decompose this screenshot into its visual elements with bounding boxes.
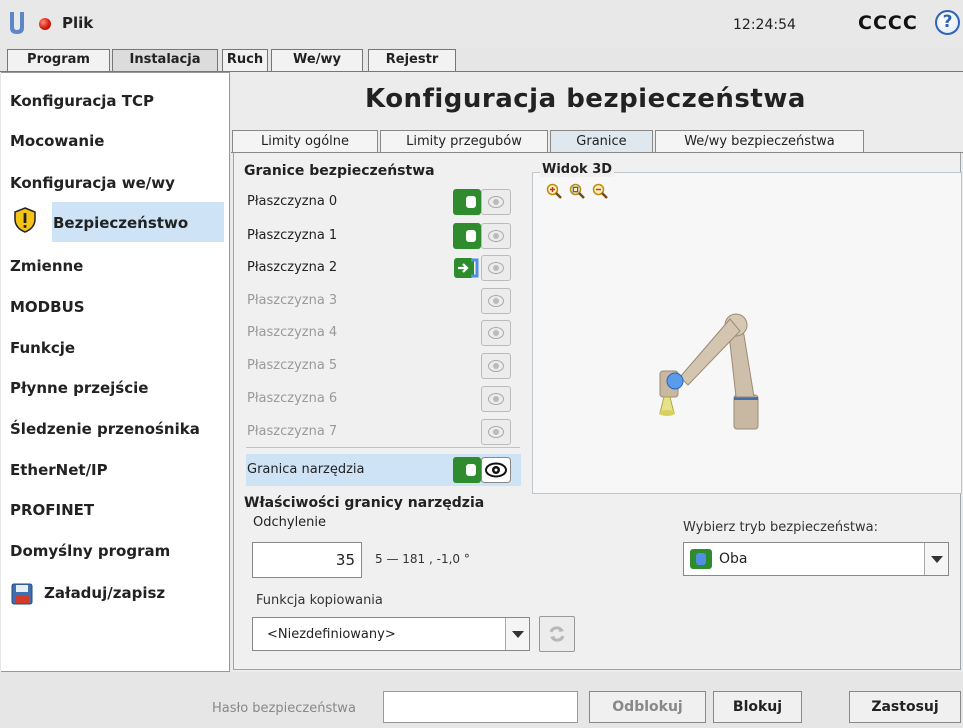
eye-icon <box>488 393 504 405</box>
eye-icon <box>488 327 504 339</box>
eye-button[interactable] <box>481 288 511 314</box>
eye-icon <box>488 360 504 372</box>
file-menu[interactable]: Plik <box>62 14 93 32</box>
eye-button[interactable] <box>481 255 511 281</box>
sidebar-item-io-setup[interactable]: Konfiguracja we/wy <box>10 174 175 192</box>
chevron-down-icon[interactable] <box>924 543 948 575</box>
lock-button[interactable]: Blokuj <box>713 691 802 723</box>
safety-mode-icon <box>690 549 712 569</box>
tab-general-limits[interactable]: Limity ogólne <box>232 130 378 152</box>
plane-label: Płaszczyzna 4 <box>247 325 338 340</box>
plane-label: Płaszczyzna 3 <box>247 293 338 308</box>
tab-installation[interactable]: Instalacja <box>112 49 218 72</box>
boundaries-title: Granice bezpieczeństwa <box>244 163 435 179</box>
deviation-label: Odchylenie <box>253 515 327 530</box>
eye-visible-icon[interactable] <box>481 457 511 483</box>
plane-label: Płaszczyzna 0 <box>247 194 338 209</box>
safety-mode-label: Wybierz tryb bezpieczeństwa: <box>683 520 878 535</box>
status-indicator-icon[interactable] <box>39 18 51 30</box>
floppy-disk-icon <box>11 583 33 605</box>
password-label: Hasło bezpieczeństwa <box>212 701 356 716</box>
refresh-icon <box>549 626 565 642</box>
tab-move[interactable]: Ruch <box>222 49 268 71</box>
unlock-button[interactable]: Odblokuj <box>589 691 706 723</box>
tool-properties-title: Właściwości granicy narzędzia <box>244 495 485 511</box>
sidebar-item-default-program[interactable]: Domyślny program <box>10 542 170 560</box>
zoom-in-icon[interactable] <box>546 183 562 199</box>
tab-program[interactable]: Program <box>7 49 110 71</box>
sidebar-item-ethernet-ip[interactable]: EtherNet/IP <box>10 461 108 479</box>
eye-icon <box>488 196 504 208</box>
copy-function-select[interactable]: <Niezdefiniowany> <box>252 617 530 651</box>
plane-row[interactable]: Płaszczyzna 7 <box>247 417 517 447</box>
apply-button[interactable]: Zastosuj <box>849 691 961 723</box>
sidebar-item-conveyor-tracking[interactable]: Śledzenie przenośnika <box>10 420 200 438</box>
plane-label: Płaszczyzna 2 <box>247 260 338 275</box>
sidebar-item-tcp[interactable]: Konfiguracja TCP <box>10 92 154 110</box>
plane-label: Płaszczyzna 5 <box>247 358 338 373</box>
deviation-range: 5 — 181 , -1,0 ° <box>375 552 470 566</box>
password-input[interactable] <box>383 691 578 723</box>
eye-icon <box>488 295 504 307</box>
zoom-fit-icon[interactable] <box>569 183 585 199</box>
eye-icon <box>488 262 504 274</box>
tab-log[interactable]: Rejestr <box>368 49 456 71</box>
refresh-button[interactable] <box>539 616 575 652</box>
toggle-on-icon[interactable] <box>453 223 481 249</box>
eye-button[interactable] <box>481 189 511 215</box>
toggle-on-icon[interactable] <box>453 457 481 483</box>
page-title: Konfiguracja bezpieczeństwa <box>365 84 806 114</box>
copy-function-value: <Niezdefiniowany> <box>267 627 396 642</box>
sidebar-item-profinet[interactable]: PROFINET <box>10 501 94 519</box>
zoom-out-icon[interactable] <box>592 183 608 199</box>
tool-boundary-row[interactable]: Granica narzędzia <box>247 455 517 485</box>
deviation-input[interactable]: 35 <box>252 542 362 578</box>
plane-row[interactable]: Płaszczyzna 5 <box>247 351 517 381</box>
sidebar-item-safety[interactable]: Bezpieczeństwo <box>53 214 188 232</box>
toggle-on-icon[interactable] <box>453 189 481 215</box>
eye-button[interactable] <box>481 419 511 445</box>
safety-mode-value: Oba <box>719 551 748 567</box>
view-3d-title: Widok 3D <box>540 162 615 177</box>
tab-safety-io[interactable]: We/wy bezpieczeństwa <box>655 130 864 152</box>
eye-icon <box>488 230 504 242</box>
sidebar-item-mounting[interactable]: Mocowanie <box>10 132 104 150</box>
plane-row[interactable]: Płaszczyzna 3 <box>247 286 517 316</box>
plane-row[interactable]: Płaszczyzna 6 <box>247 384 517 414</box>
plane-label: Płaszczyzna 6 <box>247 391 338 406</box>
tab-joint-limits[interactable]: Limity przegubów <box>380 130 548 152</box>
robot-arm-3d-model <box>659 313 759 430</box>
plane-label: Płaszczyzna 7 <box>247 424 338 439</box>
ur-logo-icon <box>10 12 24 34</box>
top-bar: Plik 12:24:54 CCCC ? <box>0 0 963 48</box>
boundary-divider <box>246 447 520 448</box>
tab-io[interactable]: We/wy <box>271 49 363 71</box>
plane-row[interactable]: Płaszczyzna 4 <box>247 318 517 348</box>
sidebar-item-smooth-transition[interactable]: Płynne przejście <box>10 379 148 397</box>
help-icon[interactable]: ? <box>935 10 960 35</box>
sidebar-item-load-save[interactable]: Załaduj/zapisz <box>44 584 165 602</box>
warning-shield-icon <box>14 207 36 233</box>
tool-boundary-label: Granica narzędzia <box>247 462 365 477</box>
clock: 12:24:54 <box>733 17 796 33</box>
eye-icon <box>488 426 504 438</box>
sidebar-item-modbus[interactable]: MODBUS <box>10 298 85 316</box>
plane-row[interactable]: Płaszczyzna 2 <box>247 253 517 283</box>
eye-button[interactable] <box>481 223 511 249</box>
copy-function-label: Funkcja kopiowania <box>256 593 383 608</box>
plane-row[interactable]: Płaszczyzna 0 <box>247 187 517 217</box>
safety-mode-select[interactable]: Oba <box>683 542 949 576</box>
plane-label: Płaszczyzna 1 <box>247 228 338 243</box>
eye-button[interactable] <box>481 353 511 379</box>
eye-button[interactable] <box>481 320 511 346</box>
trigger-plane-icon[interactable] <box>453 256 481 280</box>
sidebar <box>1 72 230 672</box>
sidebar-item-features[interactable]: Funkcje <box>10 339 75 357</box>
robot-name: CCCC <box>858 12 918 34</box>
eye-button[interactable] <box>481 386 511 412</box>
sidebar-item-variables[interactable]: Zmienne <box>10 257 83 275</box>
chevron-down-icon[interactable] <box>505 618 529 650</box>
tab-boundaries[interactable]: Granice <box>550 130 653 152</box>
plane-row[interactable]: Płaszczyzna 1 <box>247 221 517 251</box>
